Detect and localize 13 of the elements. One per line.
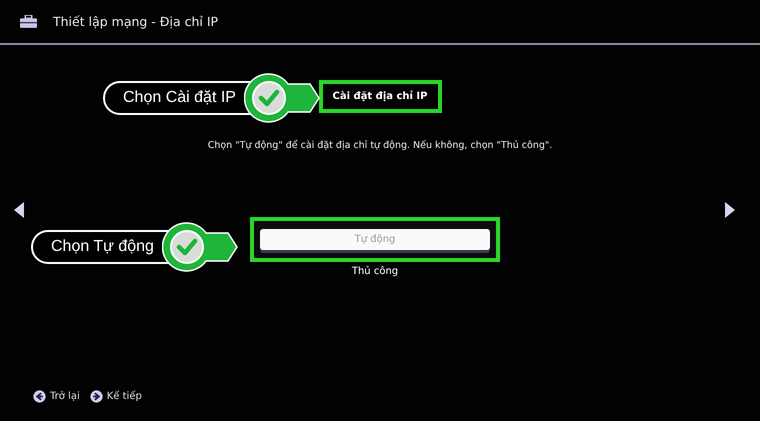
window-title: Thiết lập mạng - Địa chỉ IP xyxy=(53,14,218,29)
section-label: Cài đặt địa chỉ IP xyxy=(318,80,442,113)
footer-hint: Kế tiếp xyxy=(106,391,142,402)
description-text: Chọn "Tự động" để cài đặt địa chỉ tự động. Nếu không, chọn "Thủ công". xyxy=(208,140,552,151)
toolbox-icon xyxy=(20,15,37,28)
back-icon xyxy=(33,390,46,403)
option-button[interactable]: Thủ công xyxy=(260,262,490,281)
left-arrow-icon[interactable] xyxy=(14,202,24,218)
check-badge-icon xyxy=(162,222,238,272)
footer-hint: Trở lại xyxy=(50,391,80,402)
check-badge-icon xyxy=(244,73,320,123)
right-arrow-icon[interactable] xyxy=(725,202,735,218)
next-icon xyxy=(90,390,103,403)
